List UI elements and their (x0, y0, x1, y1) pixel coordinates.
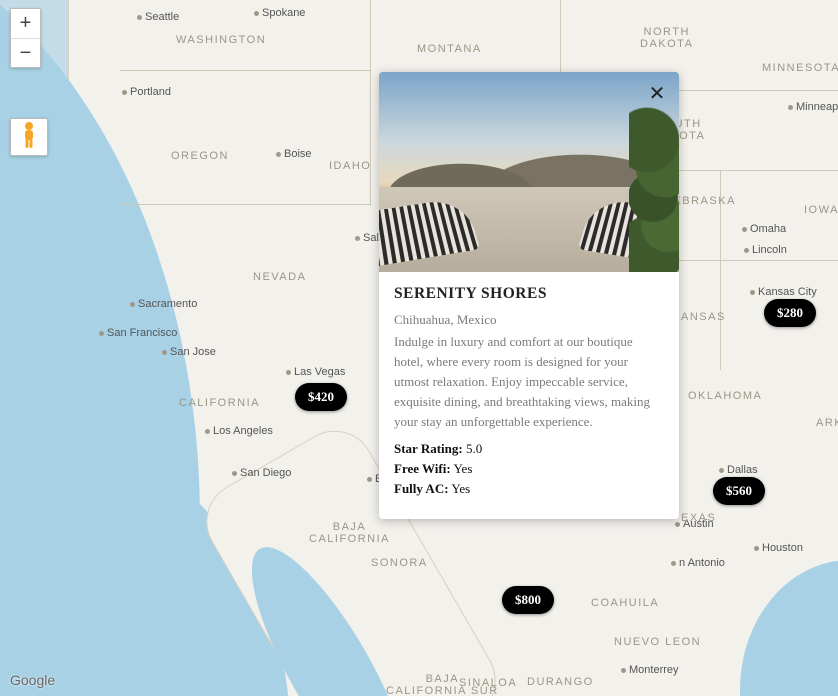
city-dot (276, 152, 281, 157)
pegman-icon (20, 121, 38, 154)
city-dot (286, 370, 291, 375)
hotel-info-card: ✕ SERENITY SHORES Chihuahua, Mexico Indu… (379, 72, 679, 519)
close-icon[interactable]: ✕ (645, 82, 669, 106)
hotel-attr-rating: Star Rating: 5.0 (394, 439, 664, 459)
hotel-hero-image (379, 72, 679, 272)
pegman-button[interactable] (10, 118, 48, 156)
city-dot (675, 522, 680, 527)
zoom-out-button[interactable]: − (11, 38, 40, 67)
city-dot (671, 561, 676, 566)
border-line (120, 70, 370, 71)
hotel-attr-ac: Fully AC: Yes (394, 479, 664, 499)
city-dot (254, 11, 259, 16)
city-dot (788, 105, 793, 110)
city-dot (621, 668, 626, 673)
border-line (370, 0, 371, 206)
price-marker[interactable]: $280 (764, 299, 816, 327)
city-dot (754, 546, 759, 551)
zoom-in-button[interactable]: + (11, 9, 40, 38)
zoom-control: + − (10, 8, 41, 68)
price-marker[interactable]: $800 (502, 586, 554, 614)
hotel-attr-wifi: Free Wifi: Yes (394, 459, 664, 479)
city-dot (205, 429, 210, 434)
city-dot (719, 468, 724, 473)
city-dot (137, 15, 142, 20)
price-marker[interactable]: $420 (295, 383, 347, 411)
city-dot (355, 236, 360, 241)
map-canvas[interactable]: SeattleSpokanePortlandBoiseSacramentoSan… (0, 0, 838, 696)
city-dot (367, 477, 372, 482)
hotel-title: SERENITY SHORES (394, 285, 664, 303)
hotel-location: Chihuahua, Mexico (394, 311, 664, 330)
city-dot (130, 302, 135, 307)
city-dot (122, 90, 127, 95)
border-line (720, 170, 721, 370)
city-dot (742, 227, 747, 232)
border-line (120, 204, 370, 205)
hotel-description: Indulge in luxury and comfort at our bou… (394, 332, 664, 433)
city-dot (750, 290, 755, 295)
google-logo: Google (10, 672, 55, 688)
city-dot (232, 471, 237, 476)
price-marker[interactable]: $560 (713, 477, 765, 505)
city-dot (744, 248, 749, 253)
city-dot (162, 350, 167, 355)
city-dot (99, 331, 104, 336)
